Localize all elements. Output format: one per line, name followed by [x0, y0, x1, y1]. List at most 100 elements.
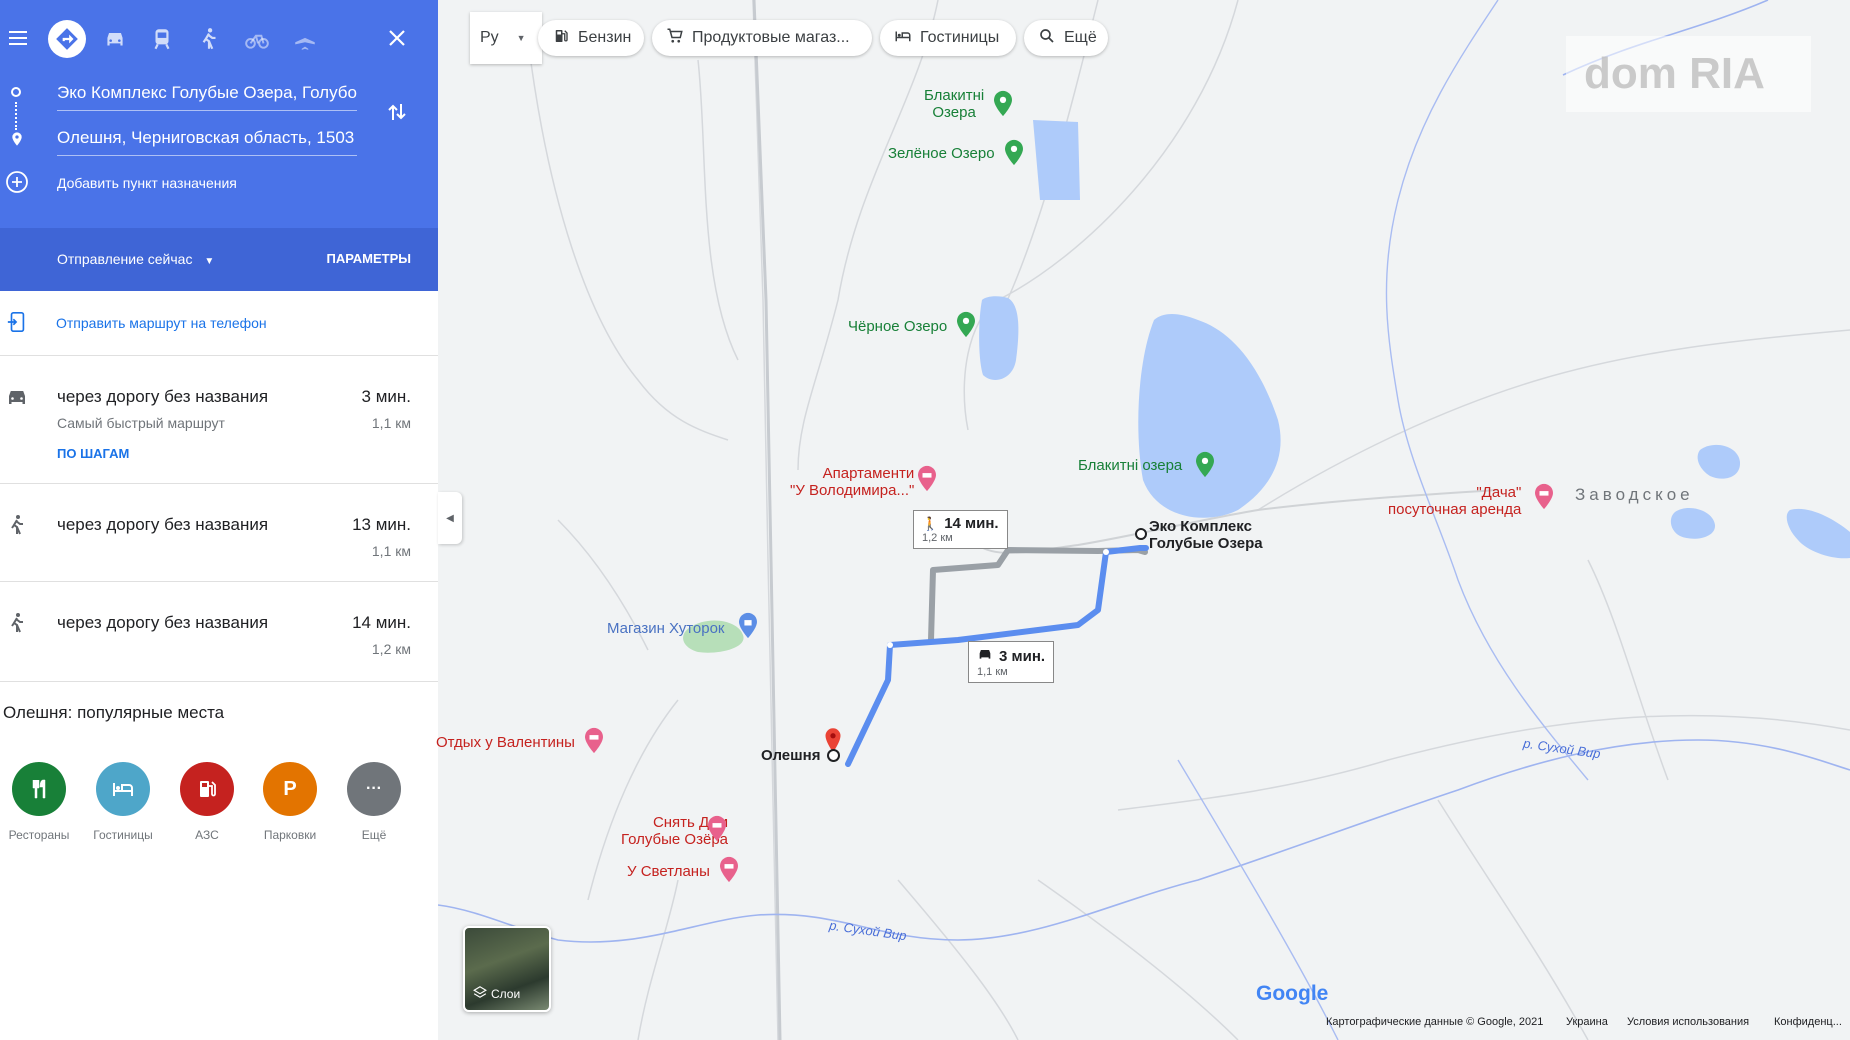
route-subtitle: Самый быстрый маршрут	[57, 415, 225, 431]
category-more[interactable]: ··· Ещё	[338, 762, 410, 842]
place-eco-complex[interactable]: Эко Комплекс Голубые Озера	[1149, 518, 1263, 552]
route-via: через дорогу без названия	[57, 613, 269, 632]
restaurant-icon	[12, 762, 66, 816]
footer-country[interactable]: Украина	[1566, 1016, 1608, 1028]
park-pin-icon[interactable]	[955, 311, 977, 343]
step-by-step-link[interactable]: ПО ШАГАМ	[57, 446, 129, 461]
place-apartments[interactable]: Апартаменти "У Володимира..."	[790, 465, 914, 499]
chevron-left-icon: ◀	[446, 512, 454, 524]
lodging-pin-icon[interactable]	[718, 856, 740, 888]
layers-icon	[473, 985, 487, 1002]
category-fuel[interactable]: АЗС	[171, 762, 243, 842]
park-pin-icon[interactable]	[992, 90, 1014, 122]
park-pin-icon[interactable]	[1003, 139, 1025, 171]
map-canvas[interactable]	[438, 0, 1850, 1040]
hotel-icon	[894, 27, 920, 50]
footer-copyright: Картографические данные © Google, 2021	[1326, 1016, 1544, 1028]
language-dropdown[interactable]: Ру ▼	[470, 12, 542, 64]
origin-input[interactable]: Эко Комплекс Голубые Озера, Голубо	[57, 80, 357, 111]
chip-label: Гостиницы	[920, 29, 1000, 46]
car-icon	[5, 385, 29, 409]
layers-button[interactable]: Слои	[463, 926, 551, 1012]
place-zelenoe-ozero[interactable]: Зелёное Озеро	[888, 145, 995, 162]
more-icon: ···	[347, 762, 401, 816]
lodging-pin-icon[interactable]	[583, 727, 605, 759]
park-pin-icon[interactable]	[1194, 451, 1216, 483]
place-magazin-hutorok[interactable]: Магазин Хуторок	[607, 620, 725, 637]
hotel-icon	[96, 762, 150, 816]
category-parking[interactable]: P Парковки	[254, 762, 326, 842]
close-icon[interactable]	[385, 26, 409, 50]
walk-icon[interactable]	[192, 22, 226, 56]
place-oleshnya[interactable]: Олешня	[761, 747, 820, 764]
route-option-walk-1[interactable]: через дорогу без названия 13 мин. 1,1 км	[0, 493, 438, 582]
place-blakitni-ozera-top[interactable]: Блакитні Озера	[924, 87, 984, 121]
google-logo: Google	[1256, 982, 1329, 1005]
walk-icon	[5, 611, 29, 635]
category-hotels[interactable]: Гостиницы	[87, 762, 159, 842]
place-otdyh[interactable]: Отдых у Валентины	[436, 734, 575, 751]
lodging-pin-icon[interactable]	[1533, 483, 1555, 515]
chip-petrol[interactable]: Бензин	[538, 20, 644, 56]
route-distance: 1,2 км	[371, 641, 411, 657]
options-button[interactable]: ПАРАМЕТРЫ	[327, 251, 412, 266]
bike-icon[interactable]	[240, 22, 274, 56]
swap-icon[interactable]	[385, 100, 409, 128]
lodging-pin-icon[interactable]	[706, 815, 728, 847]
chip-label: Продуктовые магаз...	[692, 29, 850, 46]
car-icon	[977, 646, 993, 666]
place-label-line: Эко Комплекс	[1149, 518, 1252, 535]
add-destination-link[interactable]: Добавить пункт назначения	[57, 175, 237, 191]
origin-dot-icon	[11, 87, 21, 97]
chip-more[interactable]: Ещё	[1024, 20, 1108, 56]
collapse-panel-button[interactable]: ◀	[438, 492, 462, 544]
search-icon	[1038, 27, 1064, 50]
category-label: Ещё	[361, 828, 387, 842]
fuel-icon	[180, 762, 234, 816]
shop-pin-icon[interactable]	[737, 612, 759, 644]
directions-icon[interactable]	[48, 20, 86, 58]
route-distance: 1,1 км	[371, 415, 411, 431]
category-restaurants[interactable]: Рестораны	[3, 762, 75, 842]
layers-label-row: Слои	[473, 985, 520, 1002]
chip-groceries[interactable]: Продуктовые магаз...	[652, 20, 872, 56]
chip-hotels[interactable]: Гостиницы	[880, 20, 1016, 56]
place-label-line: "Дача"	[1476, 484, 1522, 501]
flight-icon[interactable]	[288, 22, 322, 56]
footer-terms-link[interactable]: Условия использования	[1627, 1016, 1749, 1028]
destination-input[interactable]: Олешня, Черниговская область, 1503	[57, 125, 357, 156]
walk-icon	[5, 513, 29, 537]
category-label: Парковки	[263, 828, 317, 842]
caret-down-icon: ▼	[516, 33, 526, 43]
place-blakitni-lake[interactable]: Блакитні озера	[1078, 457, 1182, 474]
car-distance: 1,1 км	[977, 666, 1008, 678]
route-dots	[15, 102, 19, 130]
transit-icon[interactable]	[145, 22, 179, 56]
route-distance: 1,1 км	[371, 543, 411, 559]
place-label-line: посуточная аренда	[1388, 501, 1522, 518]
walk-icon: 🚶	[922, 515, 939, 531]
car-route-tooltip[interactable]: 3 мин. 1,1 км	[968, 641, 1055, 683]
place-chernoe-ozero[interactable]: Чёрное Озеро	[848, 318, 947, 335]
category-label: Рестораны	[8, 828, 70, 842]
send-to-phone-link[interactable]: Отправить маршрут на телефон	[56, 315, 267, 331]
route-via: через дорогу без названия	[57, 515, 269, 534]
menu-icon[interactable]	[6, 26, 30, 50]
car-time: 3 мин.	[999, 647, 1046, 665]
car-icon[interactable]	[98, 22, 132, 56]
footer-privacy-link[interactable]: Конфиденц...	[1774, 1016, 1842, 1028]
place-u-svetlany[interactable]: У Светланы	[627, 863, 710, 880]
walk-distance: 1,2 км	[922, 532, 953, 544]
place-label-line: Озера	[932, 104, 976, 121]
lodging-pin-icon[interactable]	[916, 465, 938, 497]
place-zavodskoe[interactable]: Заводское	[1575, 486, 1694, 503]
route-via: через дорогу без названия	[57, 387, 269, 406]
depart-now-dropdown[interactable]: Отправление сейчас ▼	[57, 251, 214, 267]
add-destination-icon[interactable]	[5, 170, 29, 194]
send-to-phone-row[interactable]: Отправить маршрут на телефон	[0, 291, 438, 356]
origin-marker-icon[interactable]	[1135, 528, 1147, 540]
route-option-car[interactable]: через дорогу без названия 3 мин. Самый б…	[0, 365, 438, 484]
place-dacha[interactable]: "Дача" посуточная аренда	[1388, 484, 1521, 518]
route-option-walk-2[interactable]: через дорогу без названия 14 мин. 1,2 км	[0, 591, 438, 682]
walk-route-tooltip[interactable]: 🚶 14 мин. 1,2 км	[913, 510, 1008, 549]
